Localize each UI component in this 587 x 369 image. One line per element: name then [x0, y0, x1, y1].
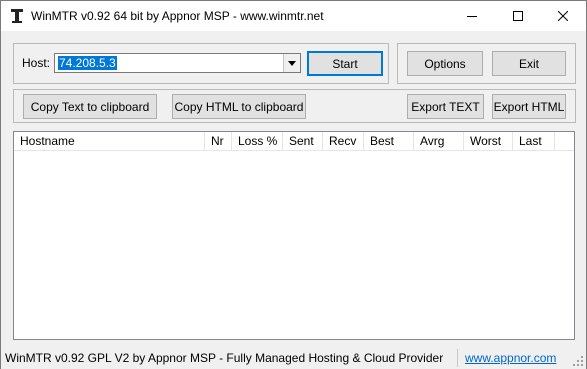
close-icon	[558, 11, 568, 21]
column-recv[interactable]: Recv	[323, 132, 364, 150]
winmtr-app-icon	[11, 9, 23, 23]
window-title: WinMTR v0.92 64 bit by Appnor MSP - www.…	[31, 9, 324, 23]
status-divider	[457, 349, 458, 367]
export-text-button[interactable]: Export TEXT	[407, 94, 484, 119]
copy-html-button[interactable]: Copy HTML to clipboard	[172, 94, 306, 119]
status-text: WinMTR v0.92 GPL V2 by Appnor MSP - Full…	[5, 351, 444, 365]
host-dropdown-button[interactable]	[283, 54, 300, 72]
export-html-button[interactable]: Export HTML	[492, 94, 566, 119]
maximize-button[interactable]	[495, 1, 541, 31]
copy-text-button[interactable]: Copy Text to clipboard	[23, 94, 157, 119]
resize-grip-icon[interactable]	[572, 355, 584, 367]
column-hostname[interactable]: Hostname	[14, 132, 205, 150]
column-sent[interactable]: Sent	[283, 132, 323, 150]
host-input[interactable]: 74.208.5.3	[58, 56, 117, 70]
host-label: Host:	[22, 56, 51, 70]
column-best[interactable]: Best	[364, 132, 414, 150]
column-worst[interactable]: Worst	[464, 132, 513, 150]
list-header: Hostname Nr Loss % Sent Recv Best Avrg W…	[14, 132, 574, 151]
winmtr-window: WinMTR v0.92 64 bit by Appnor MSP - www.…	[0, 0, 587, 369]
column-last[interactable]: Last	[513, 132, 555, 150]
appnor-link[interactable]: www.appnor.com	[465, 351, 556, 365]
host-combobox[interactable]: 74.208.5.3	[54, 53, 301, 73]
column-loss[interactable]: Loss %	[232, 132, 283, 150]
column-nr[interactable]: Nr	[205, 132, 232, 150]
status-bar: WinMTR v0.92 GPL V2 by Appnor MSP - Full…	[1, 347, 586, 369]
minimize-icon	[467, 16, 477, 17]
options-button[interactable]: Options	[407, 51, 483, 76]
title-bar[interactable]: WinMTR v0.92 64 bit by Appnor MSP - www.…	[1, 1, 586, 31]
results-list[interactable]: Hostname Nr Loss % Sent Recv Best Avrg W…	[13, 131, 575, 340]
minimize-button[interactable]	[449, 1, 495, 31]
chevron-down-icon	[288, 60, 296, 66]
exit-button[interactable]: Exit	[492, 51, 566, 76]
maximize-icon	[513, 11, 523, 21]
start-button[interactable]: Start	[307, 51, 383, 76]
close-button[interactable]	[540, 1, 586, 31]
column-avrg[interactable]: Avrg	[414, 132, 464, 150]
